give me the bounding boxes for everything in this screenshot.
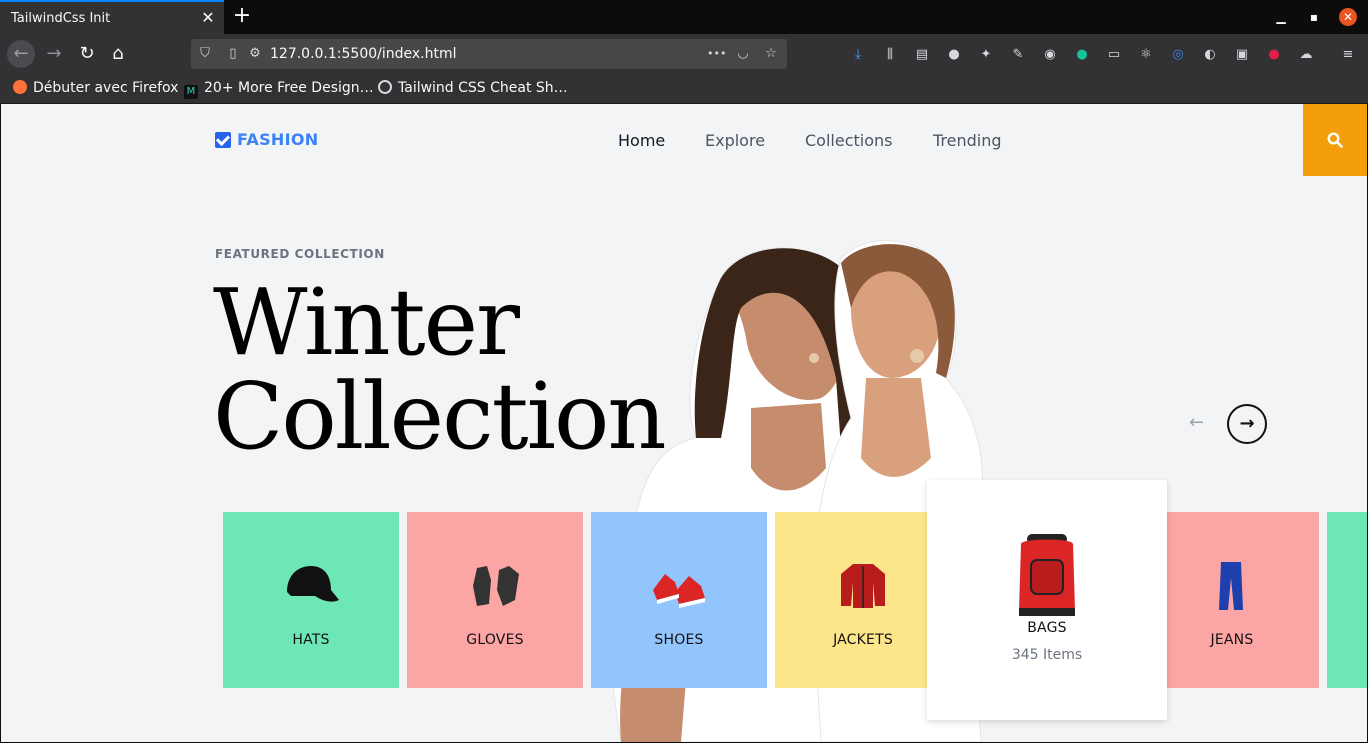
logo-text: FASHION (237, 130, 319, 149)
category-card-jeans[interactable]: JEANS (1167, 512, 1319, 688)
react-devtools-icon[interactable]: ⚛ (1137, 46, 1155, 64)
minimize-icon[interactable]: ▁ (1273, 9, 1289, 25)
browser-tab[interactable]: TailwindCss Init ✕ (0, 0, 224, 34)
extension-icon[interactable]: ◉ (1041, 46, 1059, 64)
maximize-icon[interactable]: ▪ (1306, 9, 1322, 25)
downloads-icon[interactable]: ⤓ (849, 46, 867, 64)
category-card-bags[interactable]: BAGS 345 Items (927, 480, 1167, 720)
firefox-icon (13, 80, 27, 94)
permissions-icon[interactable]: ⚙ (247, 46, 263, 62)
extension-icon[interactable]: ☁ (1297, 46, 1315, 64)
bookmark-item[interactable]: M 20+ More Free Design… (184, 80, 374, 99)
category-label: JACKETS (833, 632, 893, 648)
category-card-jackets[interactable]: JACKETS (775, 512, 951, 688)
search-icon (378, 80, 392, 94)
forward-button[interactable]: → (40, 40, 68, 68)
logo-check-icon (215, 131, 231, 148)
bookmark-star-icon[interactable]: ☆ (763, 46, 779, 62)
bookmark-label: Tailwind CSS Cheat Sh… (398, 80, 568, 96)
back-button[interactable]: ← (7, 40, 35, 68)
category-card-partial[interactable] (1327, 512, 1367, 688)
site-icon: M (184, 85, 198, 99)
bookmark-item[interactable]: Débuter avec Firefox (13, 80, 178, 98)
robot-icon[interactable]: ▣ (1233, 46, 1251, 64)
grammarly-icon[interactable]: ● (1073, 46, 1091, 64)
cast-icon[interactable]: ▭ (1105, 46, 1123, 64)
pocket-icon[interactable]: ◡ (735, 46, 751, 62)
category-card-shoes[interactable]: SHOES (591, 512, 767, 688)
shield-icon[interactable]: ⛉ (197, 46, 213, 62)
extension-icon[interactable]: ◎ (1169, 46, 1187, 64)
carousel-prev-button[interactable]: ← (1189, 412, 1204, 433)
tab-bar: TailwindCss Init ✕ + ▁ ▪ ✕ (0, 0, 1368, 34)
sneakers-icon (653, 574, 705, 608)
category-card-hats[interactable]: HATS (223, 512, 399, 688)
reload-button[interactable]: ↻ (73, 40, 101, 68)
url-bar[interactable]: ⛉ ▯ ⚙ 127.0.0.1:5500/index.html ••• ◡ ☆ (191, 39, 787, 69)
sidebar-icon[interactable]: ▤ (913, 46, 931, 64)
extension-icon[interactable]: ● (1265, 46, 1283, 64)
eyedropper-icon[interactable]: ✎ (1009, 46, 1027, 64)
url-text[interactable]: 127.0.0.1:5500/index.html (270, 46, 457, 62)
bookmark-item[interactable]: Tailwind CSS Cheat Sh… (378, 80, 568, 98)
page-icon: ▯ (229, 46, 237, 61)
nav-trending[interactable]: Trending (933, 131, 1002, 150)
logo[interactable]: FASHION (215, 130, 318, 149)
category-label: SHOES (654, 632, 704, 648)
bookmark-label: 20+ More Free Design… (204, 80, 374, 96)
jacket-icon (841, 564, 885, 608)
jeans-icon (1219, 562, 1243, 610)
extension-icon[interactable]: ◐ (1201, 46, 1219, 64)
menu-icon[interactable]: ≡ (1339, 46, 1357, 64)
extension-icon[interactable]: ✦ (977, 46, 995, 64)
account-icon[interactable]: ● (945, 46, 963, 64)
search-button[interactable] (1303, 104, 1367, 176)
hero-headline: Winter Collection (213, 269, 667, 470)
carousel-next-button[interactable]: → (1227, 404, 1267, 444)
backpack-icon (1019, 534, 1075, 616)
browser-toolbar: ← → ↻ ⌂ ⛉ ▯ ⚙ 127.0.0.1:5500/index.html … (0, 34, 1368, 74)
new-tab-icon[interactable]: + (232, 5, 252, 27)
category-item-count: 345 Items (1011, 647, 1083, 663)
page-actions-icon[interactable]: ••• (707, 46, 726, 62)
close-tab-icon[interactable]: ✕ (200, 10, 216, 26)
category-label: GLOVES (466, 632, 524, 648)
search-icon (1327, 132, 1343, 148)
category-label: JEANS (1210, 632, 1254, 648)
nav-collections[interactable]: Collections (805, 131, 892, 150)
featured-label: FEATURED COLLECTION (215, 247, 385, 261)
category-label: HATS (292, 632, 330, 648)
cap-icon (287, 566, 339, 602)
bookmarks-bar: Débuter avec Firefox M 20+ More Free Desi… (0, 74, 1368, 104)
category-card-gloves[interactable]: GLOVES (407, 512, 583, 688)
home-button[interactable]: ⌂ (104, 40, 132, 68)
bookmark-label: Débuter avec Firefox (33, 80, 179, 96)
tab-title: TailwindCss Init (11, 11, 111, 26)
category-label: BAGS (1027, 620, 1067, 636)
nav-explore[interactable]: Explore (705, 131, 765, 150)
window-close-icon[interactable]: ✕ (1339, 8, 1357, 26)
nav-home[interactable]: Home (618, 131, 665, 150)
gloves-icon (473, 566, 519, 606)
library-icon[interactable]: ⫼ (881, 46, 899, 64)
page: FASHION Home Explore Collections Trendin… (1, 104, 1367, 742)
